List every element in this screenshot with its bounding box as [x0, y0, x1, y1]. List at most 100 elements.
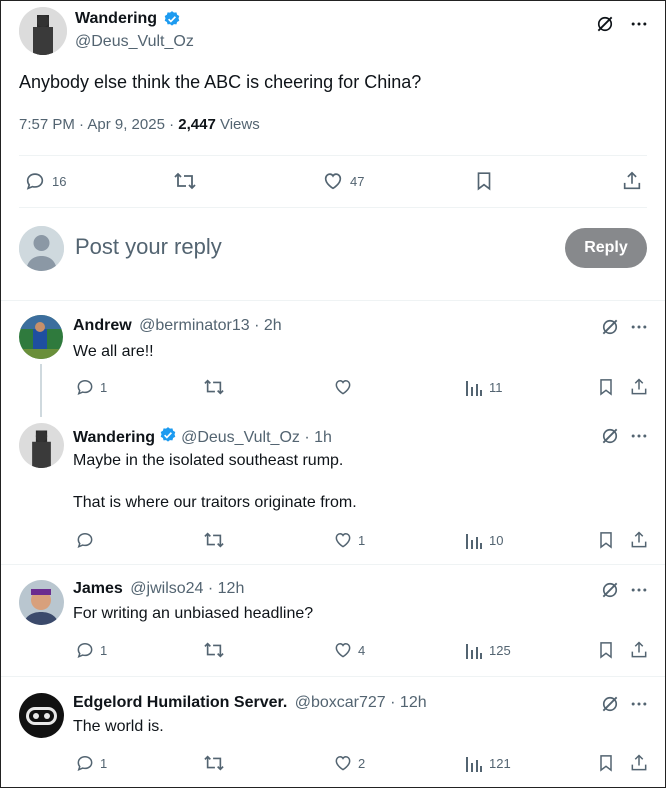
more-icon[interactable]: [629, 426, 649, 446]
views-label: Views: [215, 116, 260, 133]
share-icon[interactable]: [621, 170, 643, 192]
views-action-button[interactable]: 125: [465, 640, 511, 660]
avatar[interactable]: [19, 693, 64, 738]
more-icon[interactable]: [629, 694, 649, 714]
reply-header: Wandering @Deus_Vult_Oz · 1h: [73, 426, 332, 449]
more-icon[interactable]: [629, 317, 649, 337]
bookmark-icon[interactable]: [596, 640, 616, 660]
comment-icon: [75, 753, 95, 773]
like-count: 4: [358, 642, 366, 658]
bookmark-icon[interactable]: [596, 753, 616, 773]
author-name[interactable]: Edgelord Humilation Server.: [73, 694, 287, 711]
bookmark-icon[interactable]: [473, 170, 495, 192]
comment-icon: [75, 640, 95, 660]
author-name[interactable]: Wandering: [75, 10, 157, 28]
author-handle[interactable]: @boxcar727 · 12h: [295, 694, 427, 711]
reply-action-button[interactable]: 1: [75, 753, 107, 773]
grok-icon[interactable]: [600, 317, 620, 337]
reply-action-button[interactable]: 1: [75, 377, 107, 397]
views-action-button[interactable]: 11: [465, 377, 503, 397]
grok-icon[interactable]: [600, 426, 620, 446]
verified-badge-icon: [159, 426, 177, 449]
reply-action-button[interactable]: 1: [75, 640, 107, 660]
like-count: 2: [358, 755, 366, 771]
heart-icon: [333, 753, 353, 773]
like-action-button[interactable]: 2: [333, 753, 365, 773]
bookmark-icon[interactable]: [596, 530, 616, 550]
heart-icon: [333, 377, 353, 397]
avatar[interactable]: [19, 7, 67, 55]
grok-icon[interactable]: [600, 580, 620, 600]
views-action-button[interactable]: 10: [465, 530, 503, 550]
heart-icon: [322, 170, 344, 192]
bookmark-icon[interactable]: [596, 377, 616, 397]
views-count: 10: [489, 532, 504, 548]
reply-header: Edgelord Humilation Server. @boxcar727 ·…: [73, 694, 427, 712]
avatar[interactable]: [19, 315, 63, 359]
reply-text: That is where our traitors originate fro…: [73, 494, 357, 511]
thread-line: [40, 364, 42, 417]
analytics-icon: [465, 753, 483, 773]
reply-button[interactable]: Reply: [565, 228, 647, 268]
divider: [19, 207, 647, 208]
reply-text: The world is.: [73, 718, 164, 735]
divider: [1, 676, 665, 677]
reply-header: Andrew @berminator13 · 2h: [73, 317, 282, 335]
post-time[interactable]: 7:57 PM · Apr 9, 2025 ·: [19, 116, 178, 133]
user-avatar[interactable]: [19, 226, 64, 271]
retweet-icon[interactable]: [203, 753, 225, 773]
author-name[interactable]: James: [73, 580, 123, 597]
retweet-icon[interactable]: [203, 640, 225, 660]
like-count: 47: [350, 173, 365, 189]
reply-text: For writing an unbiased headline?: [73, 605, 314, 622]
comment-icon: [24, 170, 46, 192]
author-handle[interactable]: @Deus_Vult_Oz · 1h: [181, 429, 332, 447]
reply-count: 16: [52, 173, 67, 189]
avatar[interactable]: [19, 580, 64, 625]
grok-icon[interactable]: [595, 14, 615, 34]
comment-icon: [75, 377, 95, 397]
divider: [1, 564, 665, 565]
grok-icon[interactable]: [600, 694, 620, 714]
heart-icon: [333, 640, 353, 660]
more-icon[interactable]: [629, 580, 649, 600]
like-action-button[interactable]: 1: [333, 530, 365, 550]
analytics-icon: [465, 640, 483, 660]
like-count: 1: [358, 532, 366, 548]
post-timestamp: 7:57 PM · Apr 9, 2025 · 2,447 Views: [19, 116, 260, 133]
views-count: 125: [489, 642, 511, 658]
divider: [19, 155, 647, 156]
comment-icon: [75, 530, 95, 550]
more-icon[interactable]: [629, 14, 649, 34]
retweet-icon[interactable]: [173, 170, 197, 192]
author-name[interactable]: Wandering: [73, 429, 155, 447]
reply-action-button[interactable]: [75, 530, 100, 550]
author-handle[interactable]: @Deus_Vult_Oz: [75, 33, 194, 51]
analytics-icon: [465, 377, 483, 397]
reply-count: 1: [100, 642, 108, 658]
author-name[interactable]: Andrew: [73, 317, 132, 334]
reply-header: James @jwilso24 · 12h: [73, 580, 244, 598]
author-handle[interactable]: @berminator13 · 2h: [139, 317, 282, 334]
like-action-button[interactable]: [333, 377, 358, 397]
verified-badge-icon: [163, 10, 181, 33]
views-count: 11: [489, 379, 503, 395]
share-icon[interactable]: [629, 377, 649, 397]
share-icon[interactable]: [629, 753, 649, 773]
like-action-button[interactable]: 4: [333, 640, 365, 660]
reply-action-button[interactable]: 16: [24, 170, 66, 192]
reply-text: Maybe in the isolated southeast rump.: [73, 452, 344, 469]
like-action-button[interactable]: 47: [322, 170, 364, 192]
avatar[interactable]: [19, 423, 64, 468]
reply-count: 1: [100, 379, 108, 395]
reply-input[interactable]: Post your reply: [75, 234, 222, 260]
views-count: 121: [489, 755, 511, 771]
author-handle[interactable]: @jwilso24 · 12h: [130, 580, 244, 597]
reply-count: 1: [100, 755, 108, 771]
retweet-icon[interactable]: [203, 530, 225, 550]
views-action-button[interactable]: 121: [465, 753, 511, 773]
share-icon[interactable]: [629, 530, 649, 550]
views-count: 2,447: [178, 116, 216, 133]
share-icon[interactable]: [629, 640, 649, 660]
retweet-icon[interactable]: [203, 377, 225, 397]
